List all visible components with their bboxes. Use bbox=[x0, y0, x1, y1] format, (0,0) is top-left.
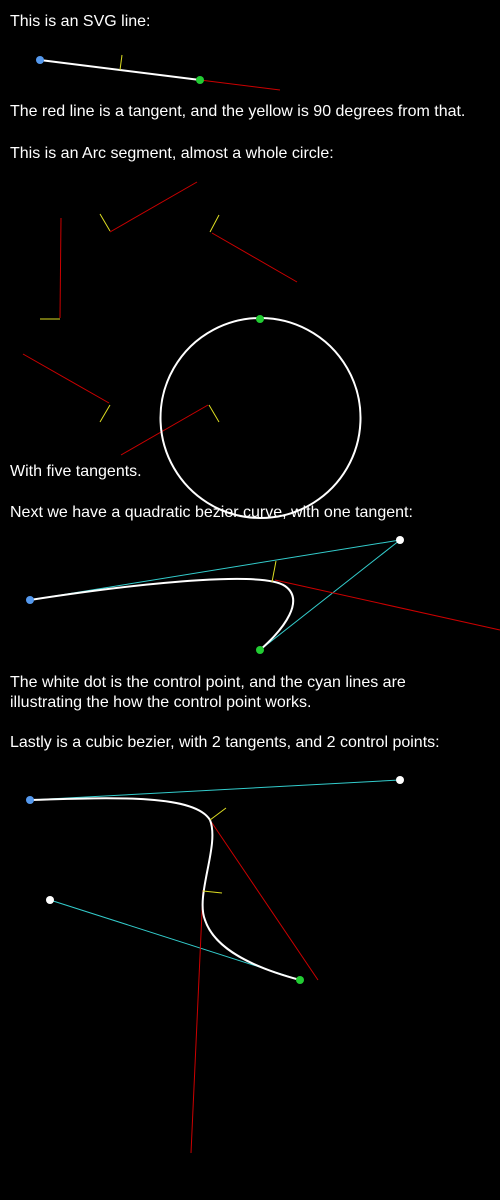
cubic-control-point-1 bbox=[396, 776, 404, 784]
cubic-figure bbox=[26, 776, 404, 1154]
svg-tangent-demo-page: This is an SVG line: The red line is a t… bbox=[0, 0, 500, 1200]
cubic-tangent-2 bbox=[190, 889, 204, 1154]
cubic-end-point bbox=[296, 976, 304, 984]
cubic-control-line-start bbox=[29, 779, 401, 801]
cubic-normal-1 bbox=[209, 807, 227, 821]
cubic-path bbox=[29, 797, 301, 981]
cubic-normal-2 bbox=[202, 890, 223, 894]
cubic-start-point bbox=[26, 796, 34, 804]
cubic-control-point-2 bbox=[46, 896, 54, 904]
